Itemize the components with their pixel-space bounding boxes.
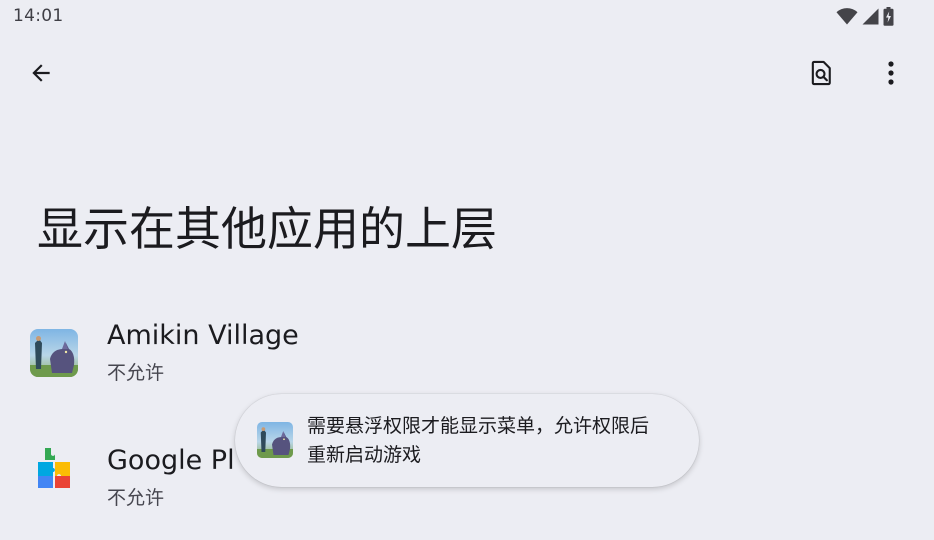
search-in-page-icon xyxy=(807,59,835,91)
more-options-button[interactable] xyxy=(867,51,915,99)
more-vert-icon xyxy=(887,60,895,90)
toast-text: 需要悬浮权限才能显示菜单，允许权限后 重新启动游戏 xyxy=(307,412,687,470)
wifi-icon xyxy=(836,7,858,25)
arrow-back-icon xyxy=(28,60,54,90)
battery-icon xyxy=(883,6,894,26)
status-bar: 14:01 xyxy=(0,0,934,32)
status-time: 14:01 xyxy=(13,6,64,26)
app-name: Amikin Village xyxy=(107,320,299,351)
top-app-bar xyxy=(0,45,934,105)
app-name: Google Pl xyxy=(107,445,235,476)
back-button[interactable] xyxy=(17,51,65,99)
search-button[interactable] xyxy=(797,51,845,99)
toast-message: 需要悬浮权限才能显示菜单，允许权限后 重新启动游戏 xyxy=(235,394,699,487)
toast-line-1: 需要悬浮权限才能显示菜单，允许权限后 xyxy=(307,415,650,437)
status-icons xyxy=(836,6,894,26)
signal-icon xyxy=(862,8,879,25)
permission-status: 不允许 xyxy=(107,362,165,384)
amikin-village-app-icon xyxy=(30,329,78,377)
toast-line-2: 重新启动游戏 xyxy=(307,444,422,466)
amikin-village-app-icon xyxy=(257,422,293,458)
page-title: 显示在其他应用的上层 xyxy=(37,202,497,256)
google-play-services-icon xyxy=(36,446,72,490)
permission-status: 不允许 xyxy=(107,487,165,509)
